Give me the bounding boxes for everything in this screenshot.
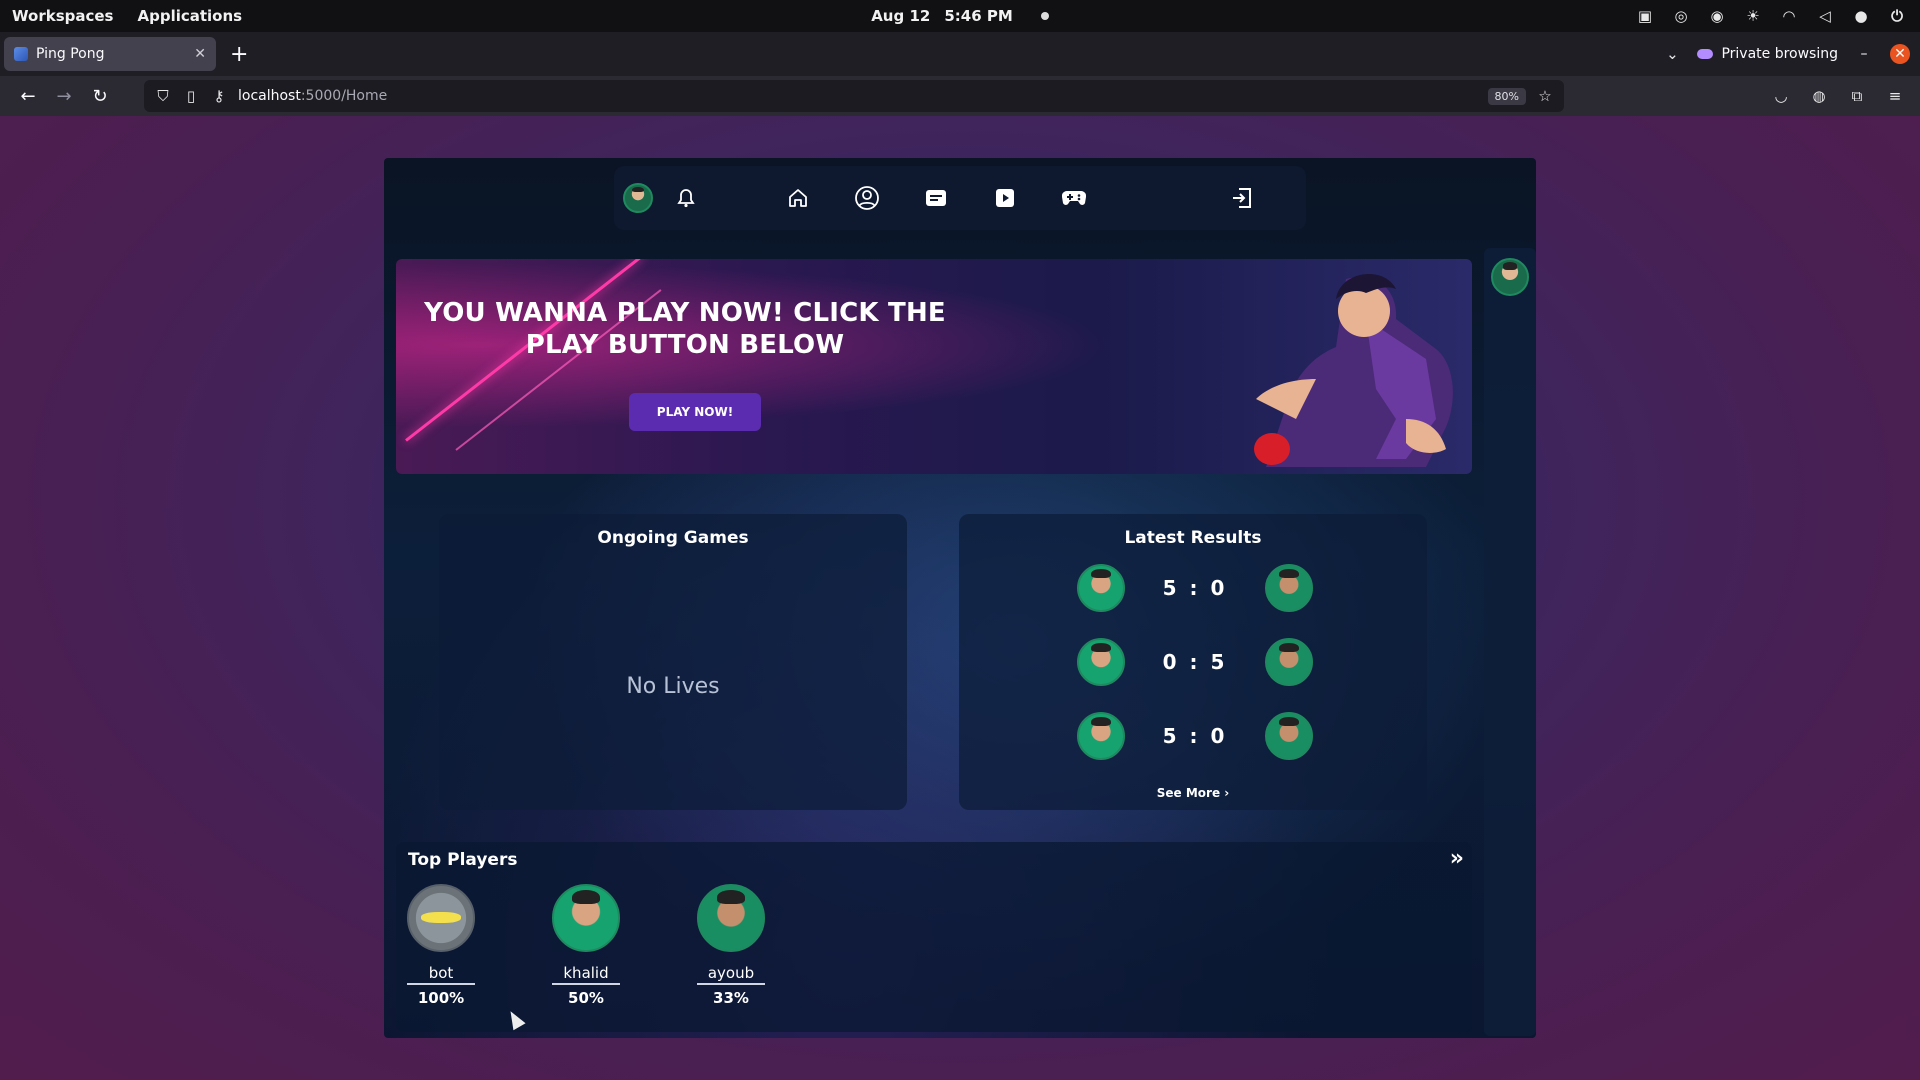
player1-avatar — [1077, 638, 1125, 686]
player-name: khalid — [552, 964, 620, 985]
extensions-icon[interactable]: ⧉ — [1848, 87, 1866, 105]
shield-icon[interactable]: ⛉ — [154, 87, 172, 105]
tab-title: Ping Pong — [36, 46, 105, 62]
ping-pong-app: YOU WANNA PLAY NOW! CLICK THE PLAY BUTTO… — [384, 158, 1536, 1038]
logout-icon[interactable] — [1226, 182, 1258, 214]
ubuntu-icon[interactable]: ◎ — [1672, 7, 1690, 25]
chat-icon[interactable] — [920, 182, 952, 214]
latest-results-title: Latest Results — [1124, 528, 1262, 548]
player-illustration — [1254, 274, 1453, 467]
private-browsing-indicator: Private browsing — [1697, 46, 1838, 62]
new-tab-button[interactable]: + — [230, 42, 248, 67]
top-player-card[interactable]: khalid 50% — [541, 884, 631, 1007]
menu-icon[interactable]: ≡ — [1886, 87, 1904, 105]
url-host: localhost — [238, 88, 301, 104]
page-viewport: YOU WANNA PLAY NOW! CLICK THE PLAY BUTTO… — [0, 116, 1920, 1080]
see-more-link[interactable]: See More › — [959, 786, 1427, 800]
ongoing-games-title: Ongoing Games — [597, 528, 749, 548]
url-text[interactable]: localhost:5000/Home — [238, 88, 387, 104]
wifi-icon[interactable]: ◠ — [1780, 7, 1798, 25]
top-players-title: Top Players — [408, 850, 518, 870]
browser-nav-bar: ← → ↻ ⛉ ▯ ⚷ localhost:5000/Home 80% ☆ ◡ … — [0, 76, 1920, 116]
ongoing-games-card: Ongoing Games No Lives — [439, 514, 907, 810]
minimize-button[interactable]: – — [1854, 44, 1874, 64]
nav-user-avatar[interactable] — [622, 182, 654, 214]
see-more-label: See More — [1156, 786, 1221, 800]
close-tab-icon[interactable]: ✕ — [194, 46, 206, 62]
player2-avatar — [1264, 564, 1313, 612]
match-score: 5 : 0 — [1162, 724, 1228, 748]
player-avatar — [552, 884, 620, 952]
clock-date[interactable]: Aug 12 — [871, 7, 930, 25]
match-score: 5 : 0 — [1162, 576, 1228, 600]
double-chevron-right-icon[interactable]: » — [1450, 846, 1464, 871]
app-navbar — [614, 166, 1306, 230]
result-row[interactable]: 5 : 0 — [1077, 710, 1313, 762]
top-players-panel: Top Players » bot 100% khalid 50% ayoub … — [396, 842, 1472, 1032]
brightness-icon[interactable]: ☀ — [1744, 7, 1762, 25]
player-name: ayoub — [697, 964, 765, 985]
home-icon[interactable] — [782, 182, 814, 214]
player1-avatar — [1077, 564, 1125, 612]
bookmark-star-icon[interactable]: ☆ — [1536, 87, 1554, 105]
microphone-icon[interactable]: ● — [1852, 7, 1870, 25]
url-path: :5000/Home — [300, 88, 388, 104]
page-info-icon[interactable]: ▯ — [182, 87, 200, 105]
no-lives-message: No Lives — [626, 674, 720, 699]
workspaces-button[interactable]: Workspaces — [12, 7, 113, 25]
chevron-right-icon: › — [1224, 786, 1230, 800]
gamepad-icon[interactable] — [1058, 182, 1090, 214]
profile-icon[interactable] — [851, 182, 883, 214]
applications-button[interactable]: Applications — [137, 7, 242, 25]
forward-button[interactable]: → — [46, 81, 82, 111]
friend-avatar[interactable] — [1491, 258, 1529, 296]
close-window-button[interactable]: ✕ — [1890, 44, 1910, 64]
play-banner: YOU WANNA PLAY NOW! CLICK THE PLAY BUTTO… — [396, 259, 1472, 474]
result-row[interactable]: 0 : 5 — [1077, 636, 1313, 688]
back-button[interactable]: ← — [10, 81, 46, 111]
list-all-tabs-icon[interactable]: ⌄ — [1663, 45, 1681, 63]
url-bar[interactable]: ⛉ ▯ ⚷ localhost:5000/Home 80% ☆ — [144, 80, 1564, 112]
result-row[interactable]: 5 : 0 — [1077, 562, 1313, 614]
clock-time[interactable]: 5:46 PM — [944, 7, 1012, 25]
bell-icon[interactable] — [670, 182, 702, 214]
latest-results-card: Latest Results 5 : 0 0 : 5 5 : 0 See Mor… — [959, 514, 1427, 810]
tab-ping-pong[interactable]: Ping Pong ✕ — [4, 37, 216, 71]
reload-button[interactable]: ↻ — [82, 81, 118, 111]
account-icon[interactable]: ◍ — [1810, 87, 1828, 105]
player-win-rate: 50% — [568, 989, 604, 1007]
video-icon[interactable] — [989, 182, 1021, 214]
pocket-icon[interactable]: ◡ — [1772, 87, 1790, 105]
notification-dot-icon — [1040, 12, 1049, 20]
player-win-rate: 33% — [713, 989, 749, 1007]
avatar — [623, 183, 653, 213]
browser-tab-bar: Ping Pong ✕ + ⌄ Private browsing – ✕ — [0, 32, 1920, 76]
power-icon[interactable]: ⏻ — [1888, 7, 1906, 25]
player-avatar — [697, 884, 765, 952]
private-browsing-label: Private browsing — [1721, 46, 1838, 62]
favicon-icon — [14, 47, 28, 61]
player2-avatar — [1264, 712, 1313, 760]
key-icon[interactable]: ⚷ — [210, 87, 228, 105]
player-avatar — [407, 884, 475, 952]
match-score: 0 : 5 — [1162, 650, 1228, 674]
top-player-card[interactable]: ayoub 33% — [686, 884, 776, 1007]
player1-avatar — [1077, 712, 1125, 760]
banner-headline: YOU WANNA PLAY NOW! CLICK THE PLAY BUTTO… — [424, 298, 946, 360]
private-mask-icon — [1697, 49, 1714, 59]
top-player-card[interactable]: bot 100% — [396, 884, 486, 1007]
player2-avatar — [1264, 638, 1313, 686]
player-name: bot — [407, 964, 475, 985]
zoom-level-badge[interactable]: 80% — [1487, 87, 1526, 105]
volume-muted-icon[interactable]: ◁ — [1816, 7, 1834, 25]
friends-sidebar — [1484, 248, 1536, 1036]
player-win-rate: 100% — [417, 989, 465, 1007]
discord-icon[interactable]: ◉ — [1708, 7, 1726, 25]
screen-share-icon[interactable]: ▣ — [1636, 7, 1654, 25]
system-top-bar: Workspaces Applications Aug 12 5:46 PM ▣… — [0, 0, 1920, 32]
play-now-button[interactable]: PLAY NOW! — [629, 393, 761, 431]
